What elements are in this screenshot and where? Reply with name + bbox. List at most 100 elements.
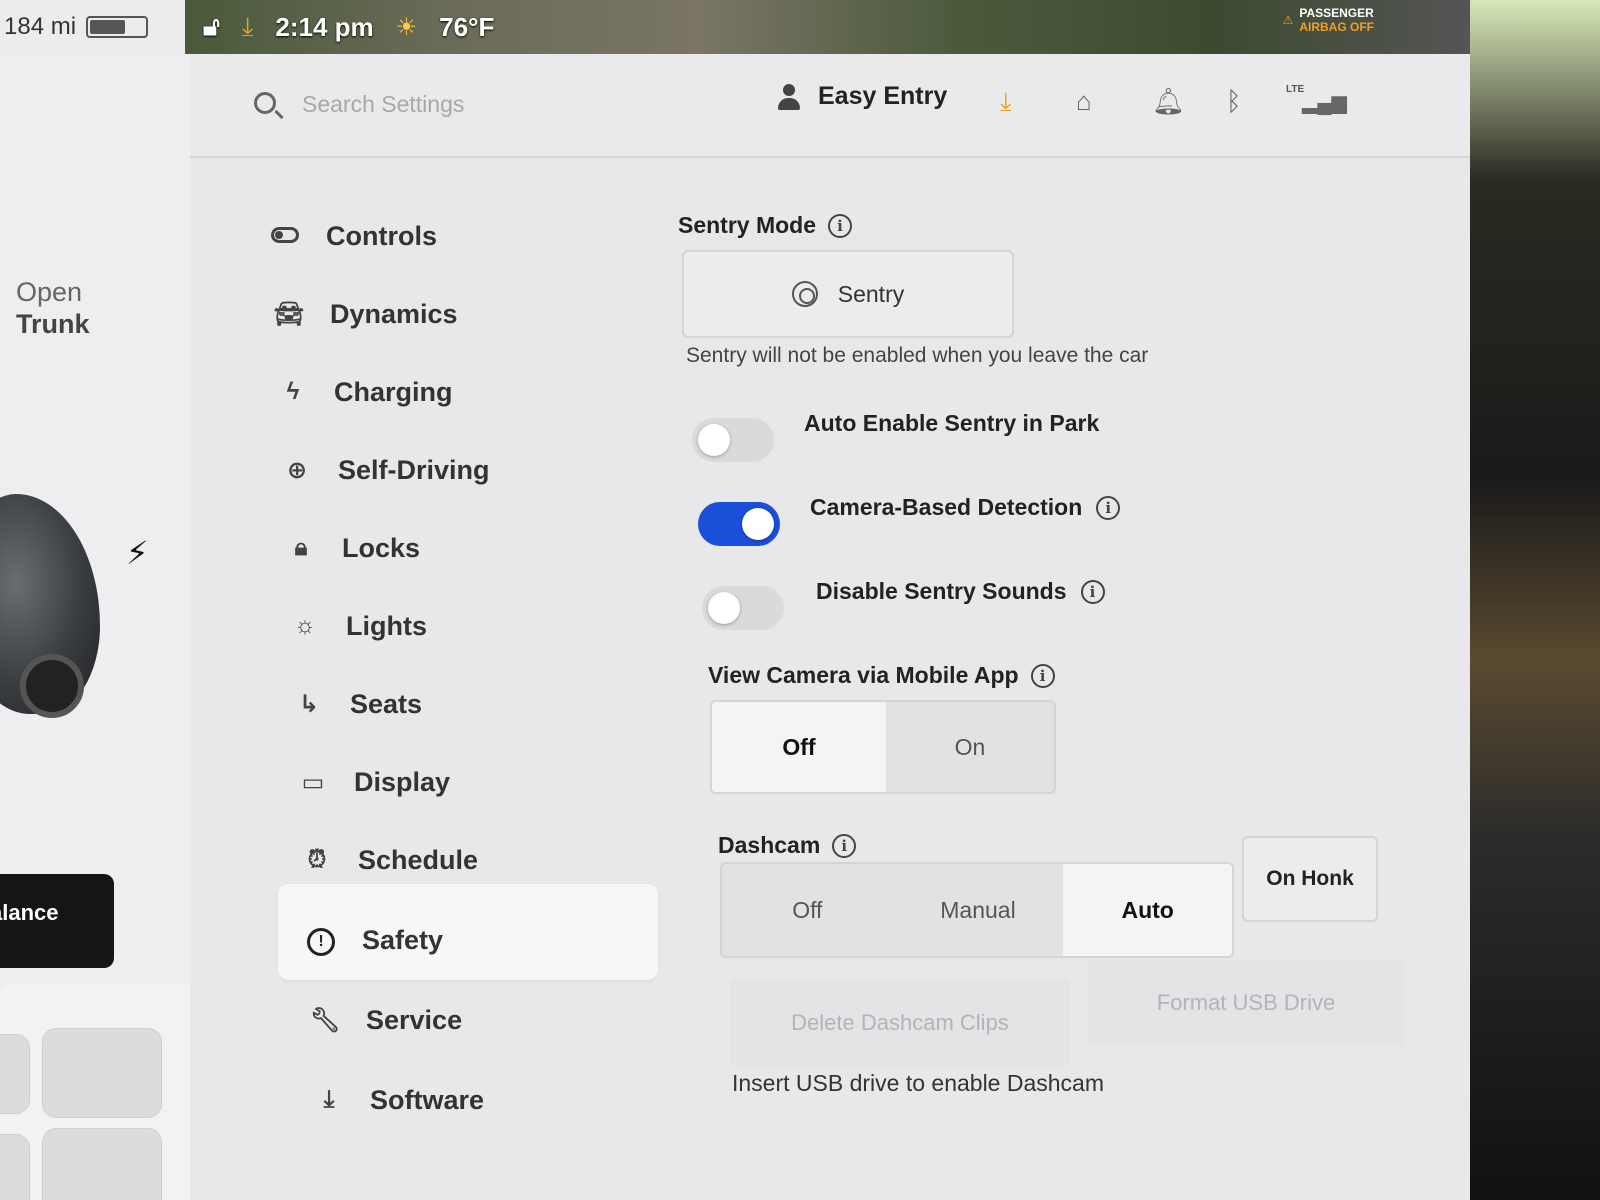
open-trunk-label-1: Open [16, 277, 83, 307]
range-status: 184 mi [0, 0, 185, 54]
driver-profile[interactable]: Easy Entry [778, 82, 947, 111]
clock-time: 2:14 pm [275, 11, 374, 42]
sidebar-item-label: Locks [342, 532, 421, 563]
sidebar-item-seats[interactable]: ↳ Seats [292, 674, 422, 734]
steering-wheel-icon: ⊕ [286, 456, 308, 484]
camera-detection-label: Camera-Based Detection i [810, 494, 1121, 521]
battery-icon [86, 16, 149, 38]
sun-icon: ☀ [395, 13, 418, 41]
dashcam-auto-option[interactable]: Auto [1063, 864, 1232, 956]
sidebar-item-label: Safety [362, 924, 444, 955]
sentry-button-label: Sentry [837, 280, 905, 307]
disable-sentry-sounds-toggle[interactable] [702, 586, 784, 630]
format-usb-drive-button[interactable]: Format USB Drive [1088, 960, 1404, 1046]
outside-temperature: 76°F [439, 11, 495, 42]
settings-panel: Easy Entry ⤓ ⌂ 🔔︎ ᛒ LTE ▂▄▆ Controls 🚘︎ … [190, 54, 1470, 1200]
seat[interactable] [0, 1134, 30, 1200]
info-icon[interactable]: i [828, 213, 853, 238]
seat-icon: ↳ [298, 690, 320, 718]
unlock-icon[interactable]: 🔓︎ [203, 11, 220, 43]
auto-enable-sentry-label: Auto Enable Sentry in Park [804, 410, 1099, 437]
range-readout: 184 mi [4, 13, 77, 40]
info-icon[interactable]: i [1030, 663, 1055, 688]
charge-port-bolt-icon[interactable]: ⚡︎ [126, 534, 148, 572]
sentry-mode-label: Sentry Mode [678, 212, 817, 238]
alert-icon: ! [304, 925, 338, 956]
tesla-screen: 184 mi 🔓︎ ⤓ 2:14 pm ☀ 76°F ⚠ PASSENGER AI… [0, 0, 1470, 1200]
display-icon: ▭ [301, 768, 325, 796]
bolt-icon: ϟ [286, 378, 300, 405]
camera-detection-toggle[interactable] [698, 502, 780, 546]
car-panel: Open Trunk ⚡︎ alance [0, 54, 212, 1200]
airbag-line1: PASSENGER [1299, 6, 1374, 20]
background-right [1470, 0, 1600, 1200]
sidebar-item-label: Display [354, 766, 451, 797]
sidebar-item-schedule[interactable]: ⏰︎ Schedule [300, 830, 478, 890]
sidebar-item-label: Lights [346, 610, 427, 641]
lock-icon: 🔒︎ [294, 534, 308, 561]
seat[interactable] [42, 1028, 162, 1118]
seat[interactable] [42, 1128, 162, 1200]
sidebar-item-service[interactable]: 🔧︎ Service [308, 990, 462, 1050]
sidebar-item-label: Controls [326, 220, 437, 251]
dashcam-segmented: Off Manual Auto [720, 862, 1234, 958]
sentry-button[interactable]: Sentry [682, 250, 1014, 338]
sidebar-item-self-driving[interactable]: ⊕ Self-Driving [280, 440, 490, 500]
download-icon: ⤓ [323, 1086, 335, 1113]
sidebar-item-lights[interactable]: ☼ Lights [288, 596, 427, 656]
info-icon[interactable]: i [1096, 495, 1121, 520]
balance-label: alance [0, 900, 59, 925]
dashcam-manual-option[interactable]: Manual [893, 864, 1064, 956]
sidebar-item-display[interactable]: ▭ Display [296, 752, 450, 812]
info-icon[interactable]: i [1080, 579, 1105, 604]
download-icon: ⤓ [241, 11, 254, 41]
dashcam-title: Dashcam i [718, 832, 857, 859]
mobile-camera-label: View Camera via Mobile App [708, 662, 1019, 688]
sidebar-item-label: Service [366, 1004, 463, 1035]
balance-button[interactable]: alance [0, 874, 114, 968]
mobile-camera-off-option[interactable]: Off [712, 702, 886, 792]
wrench-icon: 🔧︎ [309, 1006, 341, 1034]
dashcam-on-honk-option[interactable]: On Honk [1242, 836, 1378, 922]
sidebar-item-software[interactable]: ⤓ Software [312, 1070, 484, 1130]
auto-enable-sentry-toggle[interactable] [692, 418, 774, 462]
garage-icon[interactable]: ⌂ [1076, 86, 1092, 117]
disable-sentry-sounds-label: Disable Sentry Sounds i [816, 578, 1105, 605]
sidebar-item-label: Charging [334, 376, 453, 407]
info-icon[interactable]: i [832, 833, 857, 858]
profile-name: Easy Entry [818, 82, 948, 110]
sidebar-item-dynamics[interactable]: 🚘︎ Dynamics [272, 284, 458, 344]
seat-map [0, 984, 212, 1200]
settings-header: Easy Entry ⤓ ⌂ 🔔︎ ᛒ LTE ▂▄▆ [190, 54, 1470, 158]
search-input[interactable] [302, 84, 662, 124]
airbag-status: ⚠ PASSENGER AIRBAG OFF [1283, 6, 1374, 34]
toggle-label: Camera-Based Detection [810, 494, 1083, 520]
sentry-helper-text: Sentry will not be enabled when you leav… [686, 344, 1149, 367]
open-trunk-label-2: Trunk [16, 309, 90, 339]
mobile-camera-on-option[interactable]: On [886, 702, 1054, 792]
car-wheel [20, 654, 84, 718]
sidebar-item-safety[interactable]: ! Safety [304, 910, 443, 970]
sentry-target-icon [791, 281, 818, 307]
sidebar-item-charging[interactable]: ϟ Charging [276, 362, 453, 422]
dashcam-off-option[interactable]: Off [722, 864, 893, 956]
sidebar-item-controls[interactable]: Controls [268, 206, 437, 266]
sidebar-item-locks[interactable]: 🔒︎ Locks [284, 518, 420, 578]
search-icon[interactable] [254, 92, 276, 114]
bluetooth-icon[interactable]: ᛒ [1226, 86, 1242, 117]
download-icon[interactable]: ⤓ [1000, 86, 1012, 118]
mobile-camera-segmented: Off On [710, 700, 1056, 794]
mobile-camera-title: View Camera via Mobile App i [708, 662, 1055, 689]
delete-dashcam-clips-button[interactable]: Delete Dashcam Clips [730, 980, 1070, 1066]
toggle-label: Auto Enable Sentry in Park [804, 410, 1100, 436]
seat[interactable] [0, 1034, 30, 1114]
sidebar-item-label: Software [370, 1084, 485, 1115]
airbag-line2: AIRBAG OFF [1299, 20, 1374, 34]
alarm-clock-icon: ⏰︎ [307, 846, 327, 873]
toggle-label: Disable Sentry Sounds [816, 578, 1067, 604]
open-trunk-button[interactable]: Open Trunk [16, 276, 90, 340]
bell-icon[interactable]: 🔔︎ [1152, 86, 1185, 117]
airbag-icon: ⚠ [1282, 13, 1294, 27]
light-icon: ☼ [294, 612, 316, 639]
sidebar-item-label: Seats [350, 688, 423, 719]
